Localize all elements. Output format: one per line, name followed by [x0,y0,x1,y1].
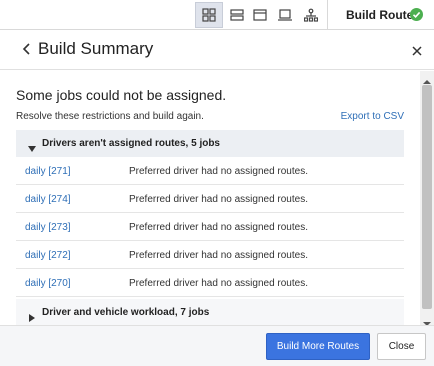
summary-content: Some jobs could not be assigned. Resolve… [0,71,420,325]
reason-text: Preferred driver had no assigned routes. [129,222,308,233]
job-link[interactable]: daily [271] [25,166,71,177]
summary-subtext: Resolve these restrictions and build aga… [16,111,204,122]
group-header-workload[interactable]: Driver and vehicle workload, 7 jobs [16,299,404,325]
scrollbar[interactable] [420,71,434,326]
panel-footer: Build More Routes Close [0,325,434,366]
job-link[interactable]: daily [272] [25,250,71,261]
group-title: Drivers aren't assigned routes, 5 jobs [42,138,220,149]
group-header-drivers[interactable]: Drivers aren't assigned routes, 5 jobs [16,130,404,157]
reason-text: Preferred driver had no assigned routes. [129,194,308,205]
group-title: Driver and vehicle workload, 7 jobs [42,307,210,318]
job-link[interactable]: daily [270] [25,278,71,289]
caret-right-icon [28,309,36,322]
scroll-down-icon[interactable] [423,315,431,326]
reason-text: Preferred driver had no assigned routes. [129,250,308,261]
table-row: daily [272] Preferred driver had no assi… [16,241,404,269]
tree-view-icon[interactable] [297,2,325,28]
grid-view-icon[interactable] [195,2,223,28]
scroll-up-icon[interactable] [423,73,431,84]
summary-heading: Some jobs could not be assigned. [16,87,227,103]
table-row: daily [274] Preferred driver had no assi… [16,185,404,213]
table-row: daily [270] Preferred driver had no assi… [16,269,404,297]
build-more-routes-button[interactable]: Build More Routes [266,333,370,360]
window-view-icon[interactable] [246,2,274,28]
toolbar-divider [327,0,328,30]
job-link[interactable]: daily [273] [25,222,71,233]
scrollbar-thumb[interactable] [422,85,432,309]
job-link[interactable]: daily [274] [25,194,71,205]
table-row: daily [271] Preferred driver had no assi… [16,157,404,185]
build-summary-panel: Build Summary Some jobs could not be ass… [0,30,434,366]
panel-header: Build Summary [0,30,434,70]
close-button[interactable]: Close [377,333,426,360]
laptop-view-icon[interactable] [271,2,299,28]
check-circle-icon [410,8,423,21]
panel-title: Build Summary [38,39,154,58]
table-row: daily [273] Preferred driver had no assi… [16,213,404,241]
caret-down-icon [28,140,36,152]
reason-text: Preferred driver had no assigned routes. [129,166,308,177]
reason-text: Preferred driver had no assigned routes. [129,278,308,289]
build-routes-label[interactable]: Build Routes [346,8,420,22]
export-csv-link[interactable]: Export to CSV [341,111,404,122]
close-icon[interactable] [411,44,423,56]
chevron-left-icon[interactable] [22,42,32,56]
top-toolbar: Build Routes [0,0,434,30]
